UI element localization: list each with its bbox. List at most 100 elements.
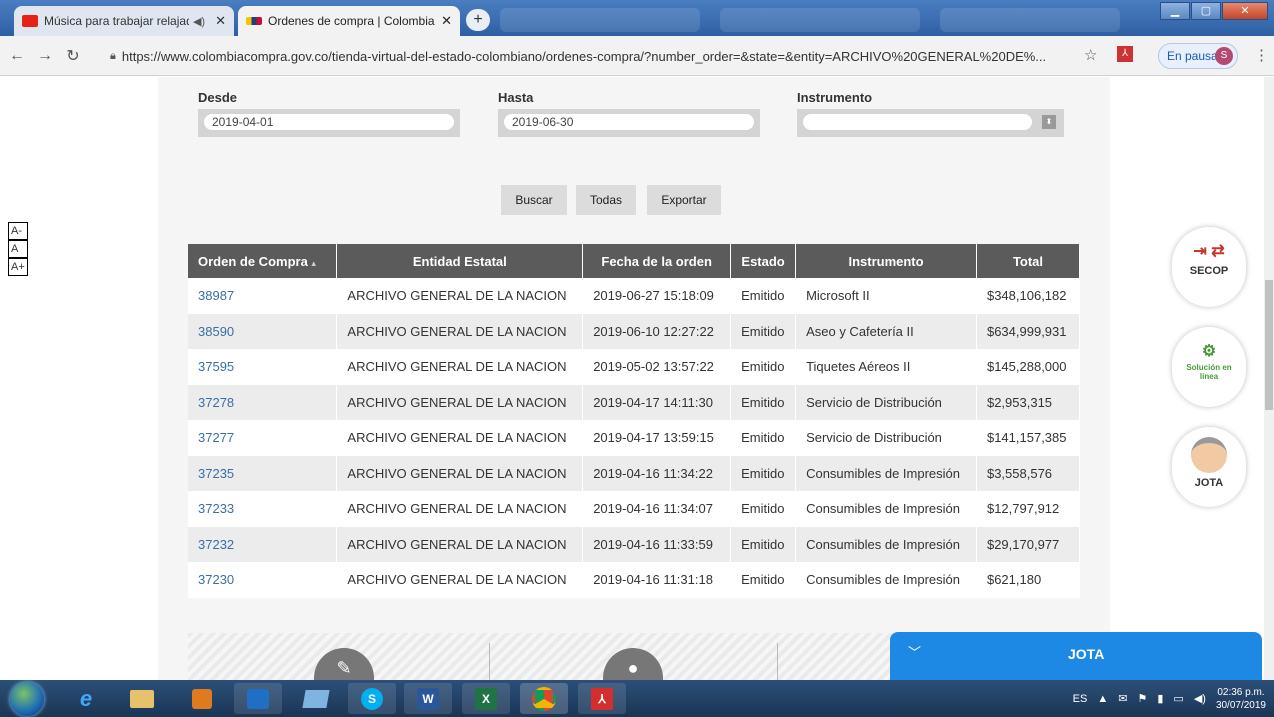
jota-avatar-icon <box>1191 437 1227 473</box>
window-controls: ▁ ▢ ✕ <box>1160 2 1268 20</box>
column-header-orden[interactable]: Orden de Compra ▲ <box>188 244 338 278</box>
background-tab[interactable] <box>720 8 920 32</box>
order-link[interactable]: 37235 <box>198 466 234 481</box>
order-link[interactable]: 37230 <box>198 572 234 587</box>
browser-menu-icon[interactable]: ⋮ <box>1254 46 1269 64</box>
pdf-extension-icon[interactable]: ⅄ <box>1117 46 1133 62</box>
font-decrease-button[interactable]: A- <box>8 222 28 240</box>
table-row: 37277 ARCHIVO GENERAL DE LA NACION 2019-… <box>188 420 1081 456</box>
order-link[interactable]: 38987 <box>198 288 234 303</box>
table-row: 37233 ARCHIVO GENERAL DE LA NACION 2019-… <box>188 491 1081 527</box>
select-arrow-icon[interactable]: ⬍ <box>1042 115 1056 129</box>
chat-panel-header[interactable]: ﹀ JOTA <box>890 632 1262 680</box>
new-tab-button[interactable]: + <box>466 9 490 31</box>
mail-notification-icon[interactable]: ✉ <box>1118 692 1127 705</box>
hasta-input[interactable]: 2019-06-30 <box>504 114 754 130</box>
total-cell: $2,953,315 <box>976 384 1081 421</box>
exportar-button[interactable]: Exportar <box>647 185 721 215</box>
table-header-row: Orden de Compra ▲ Entidad Estatal Fecha d… <box>188 244 1081 278</box>
desde-label: Desde <box>198 90 238 105</box>
order-link[interactable]: 37232 <box>198 537 234 552</box>
tab-ordenes-compra[interactable]: Ordenes de compra | Colombia C ✕ <box>238 6 460 36</box>
secop-button[interactable]: ⇥ ⇄ SECOP <box>1172 227 1246 307</box>
font-reset-button[interactable]: A <box>8 240 28 258</box>
outlook-mail-icon[interactable] <box>234 683 282 714</box>
language-indicator[interactable]: ES <box>1073 693 1088 705</box>
order-number-cell: 37278 <box>188 384 338 421</box>
fecha-cell: 2019-06-27 15:18:09 <box>582 278 732 314</box>
order-link[interactable]: 37277 <box>198 430 234 445</box>
instrumento-cell: Microsoft II <box>795 278 977 314</box>
file-explorer-icon[interactable] <box>118 683 166 714</box>
todas-button[interactable]: Todas <box>576 185 636 215</box>
volume-icon[interactable]: ◀︎) <box>1194 692 1206 705</box>
estado-cell: Emitido <box>730 455 797 492</box>
forward-icon[interactable]: → <box>34 47 56 65</box>
background-tab[interactable] <box>940 8 1120 32</box>
minimize-button[interactable]: ▁ <box>1160 2 1190 20</box>
desde-input[interactable]: 2019-04-01 <box>204 114 454 130</box>
lock-icon[interactable]: 🔒︎ <box>110 50 116 63</box>
photos-icon[interactable] <box>292 683 340 714</box>
speaker-icon[interactable]: ◀︎) <box>193 15 205 28</box>
entidad-cell: ARCHIVO GENERAL DE LA NACION <box>336 455 584 492</box>
entidad-cell: ARCHIVO GENERAL DE LA NACION <box>336 526 584 563</box>
back-icon[interactable]: ← <box>6 47 28 65</box>
colombia-compra-icon <box>246 17 262 25</box>
font-increase-button[interactable]: A+ <box>8 258 28 276</box>
instrumento-select[interactable]: ⬍ <box>797 109 1064 137</box>
bookmark-star-icon[interactable]: ☆ <box>1084 46 1097 64</box>
word-icon[interactable]: W <box>404 683 452 714</box>
desde-field[interactable]: 2019-04-01 <box>198 109 460 137</box>
solucion-en-linea-button[interactable]: ⚙︎ Solución en línea <box>1172 327 1246 407</box>
browser-toolbar: ← → ↻ 🔒︎ https://www.colombiacompra.gov.… <box>0 36 1274 76</box>
estado-cell: Emitido <box>730 562 797 598</box>
address-bar[interactable]: 🔒︎ https://www.colombiacompra.gov.co/tie… <box>110 44 1100 68</box>
chevron-down-icon[interactable]: ﹀ <box>908 642 921 661</box>
network-icon[interactable]: ▭ <box>1173 692 1183 705</box>
order-link[interactable]: 37233 <box>198 501 234 516</box>
maximize-button[interactable]: ▢ <box>1191 2 1221 20</box>
power-icon[interactable]: ▮ <box>1157 692 1163 705</box>
total-cell: $145,288,000 <box>976 349 1081 385</box>
instrumento-value[interactable] <box>803 114 1032 130</box>
close-tab-icon[interactable]: ✕ <box>441 13 452 29</box>
buscar-button[interactable]: Buscar <box>501 185 567 215</box>
secop-arrows-icon: ⇥ ⇄ <box>1193 243 1225 260</box>
internet-explorer-icon[interactable]: e <box>62 683 110 714</box>
close-window-button[interactable]: ✕ <box>1222 2 1268 20</box>
scrollbar-thumb[interactable] <box>1265 280 1273 410</box>
system-clock[interactable]: 02:36 p.m. 30/07/2019 <box>1216 686 1266 712</box>
fecha-cell: 2019-04-16 11:31:18 <box>582 562 732 598</box>
outlook-icon[interactable] <box>178 683 226 714</box>
close-tab-icon[interactable]: ✕ <box>215 13 226 29</box>
acrobat-icon[interactable]: ⅄ <box>578 683 626 714</box>
excel-icon[interactable]: X <box>462 683 510 714</box>
start-button[interactable] <box>10 682 44 716</box>
total-cell: $12,797,912 <box>976 491 1081 527</box>
order-number-cell: 37277 <box>188 420 338 456</box>
profile-status-button[interactable]: En pausa S <box>1158 43 1238 69</box>
instrumento-cell: Aseo y Cafetería II <box>795 313 977 350</box>
order-link[interactable]: 37278 <box>198 395 234 410</box>
show-hidden-icons-icon[interactable]: ▲ <box>1097 693 1108 705</box>
url-text[interactable]: https://www.colombiacompra.gov.co/tienda… <box>122 49 1046 64</box>
reload-icon[interactable]: ↻ <box>62 46 84 66</box>
table-row: 37278 ARCHIVO GENERAL DE LA NACION 2019-… <box>188 384 1081 421</box>
background-tab[interactable] <box>500 8 700 32</box>
sort-asc-icon[interactable]: ▲ <box>310 259 318 268</box>
order-link[interactable]: 38590 <box>198 324 234 339</box>
hasta-field[interactable]: 2019-06-30 <box>498 109 760 137</box>
tab-youtube-music[interactable]: Música para trabajar relajado ◀︎) ✕ <box>14 6 234 36</box>
entidad-cell: ARCHIVO GENERAL DE LA NACION <box>336 491 584 527</box>
clock-date: 30/07/2019 <box>1215 699 1266 711</box>
jota-assistant-button[interactable]: JOTA <box>1172 427 1246 507</box>
fecha-cell: 2019-04-16 11:33:59 <box>582 526 732 563</box>
table-row: 38590 ARCHIVO GENERAL DE LA NACION 2019-… <box>188 313 1081 350</box>
instrumento-cell: Servicio de Distribución <box>795 384 977 421</box>
order-link[interactable]: 37595 <box>198 359 234 374</box>
skype-icon[interactable]: S <box>348 683 396 714</box>
estado-cell: Emitido <box>730 526 797 563</box>
action-center-flag-icon[interactable]: ⚑ <box>1137 692 1147 705</box>
chrome-icon[interactable] <box>520 683 568 714</box>
